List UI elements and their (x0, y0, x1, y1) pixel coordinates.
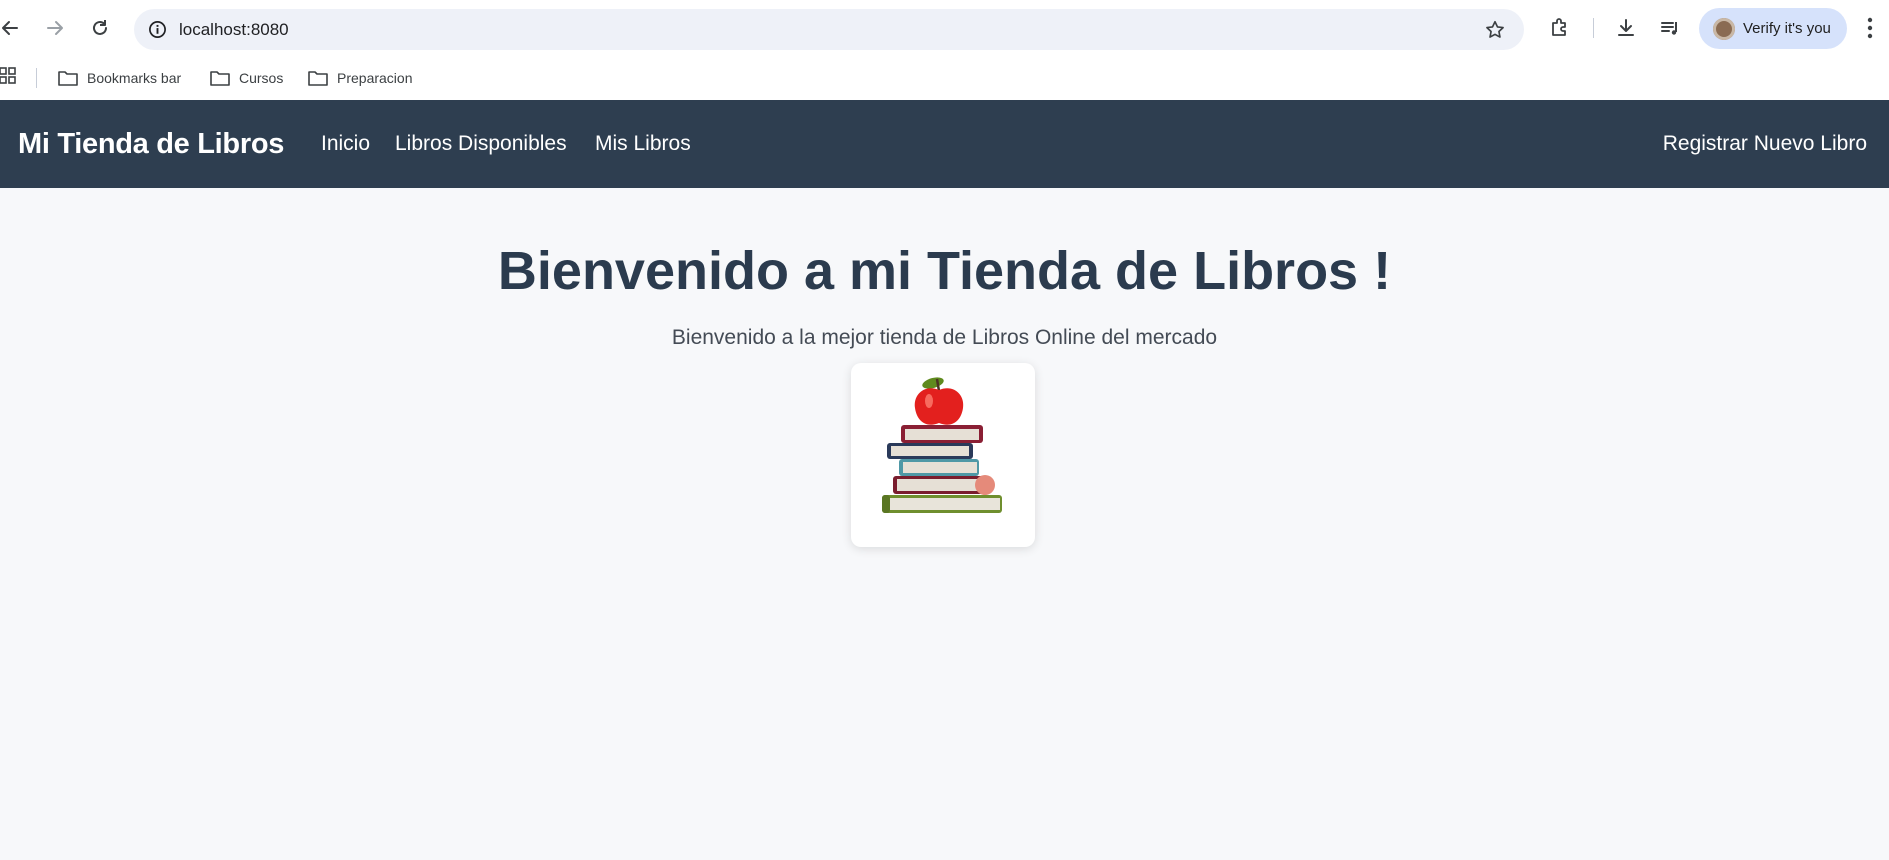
extensions-icon (1552, 18, 1566, 36)
bookmarks-divider (36, 68, 37, 88)
downloads-icon (1618, 19, 1634, 36)
bookmark-folder-bookmarks-bar[interactable]: Bookmarks bar (58, 56, 181, 100)
back-icon (2, 21, 18, 35)
bookmark-label: Bookmarks bar (87, 70, 182, 86)
page-title: Bienvenido a mi Tienda de Libros ! (497, 241, 1392, 301)
omnibox[interactable]: localhost:8080 (134, 9, 1524, 50)
reload-icon (93, 20, 107, 35)
bookmark-label: Cursos (239, 70, 284, 86)
apps-grid-icon[interactable] (0, 66, 18, 88)
bookmarks-bar: Bookmarks bar Cursos Preparacion (0, 56, 1889, 100)
address-bar-row: localhost:8080 Verify it's you (0, 0, 1889, 56)
profile-avatar (1713, 18, 1735, 40)
downloads-button[interactable] (1612, 14, 1640, 42)
page-subtitle: Bienvenido a la mejor tienda de Libros O… (671, 326, 1218, 349)
brand-logo-text[interactable]: Mi Tienda de Libros (18, 100, 284, 188)
forward-icon (47, 21, 63, 35)
browser-chrome: localhost:8080 Verify it's you Bookmarks… (0, 0, 1889, 100)
site-navbar: Mi Tienda de Libros Inicio Libros Dispon… (0, 100, 1889, 188)
nav-link-inicio[interactable]: Inicio (321, 100, 370, 188)
bookmark-folder-cursos[interactable]: Cursos (210, 56, 283, 100)
verify-label: Verify it's you (1743, 20, 1831, 37)
nav-link-mis-libros[interactable]: Mis Libros (595, 100, 691, 188)
back-button[interactable] (0, 10, 28, 46)
reload-button[interactable] (82, 10, 118, 46)
more-menu-icon[interactable] (1866, 16, 1874, 40)
bookmark-star-icon[interactable] (1484, 19, 1506, 41)
nav-link-libros-disponibles[interactable]: Libros Disponibles (395, 100, 567, 188)
url-text[interactable]: localhost:8080 (179, 9, 289, 50)
media-controls-button[interactable] (1656, 14, 1684, 42)
media-controls-icon (1661, 22, 1677, 35)
folder-icon (58, 71, 78, 86)
forward-button[interactable] (37, 10, 73, 46)
folder-icon (308, 71, 328, 86)
hero-image-card (851, 363, 1035, 547)
toolbar-separator (1593, 18, 1594, 38)
verify-profile-button[interactable]: Verify it's you (1699, 8, 1847, 49)
bookmark-label: Preparacion (337, 70, 413, 86)
nav-link-registrar-nuevo-libro[interactable]: Registrar Nuevo Libro (1663, 100, 1867, 188)
extensions-button[interactable] (1546, 14, 1574, 42)
site-info-icon[interactable] (148, 20, 167, 39)
bookmark-folder-preparacion[interactable]: Preparacion (308, 56, 413, 100)
folder-icon (210, 71, 230, 86)
book-stack-illustration (882, 377, 1002, 513)
